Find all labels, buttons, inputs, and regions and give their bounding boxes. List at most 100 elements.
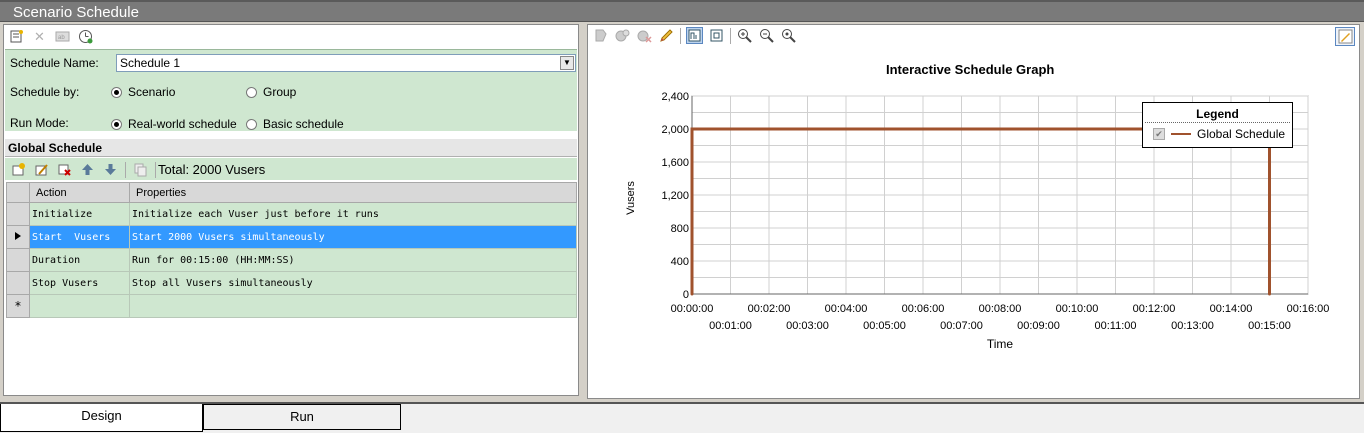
svg-text:ab: ab bbox=[58, 35, 65, 41]
row-header-corner bbox=[6, 182, 30, 203]
properties-cell[interactable] bbox=[129, 294, 577, 318]
zoom-out-icon[interactable] bbox=[758, 27, 775, 44]
view-icon[interactable] bbox=[686, 27, 703, 44]
y-tick-label: 400 bbox=[671, 256, 689, 268]
series-point[interactable] bbox=[690, 127, 694, 131]
run-mode-basic-radio[interactable]: Basic schedule bbox=[246, 117, 344, 131]
total-vusers-label: Total: 2000 Vusers bbox=[158, 162, 266, 177]
add-action-icon[interactable] bbox=[10, 161, 27, 178]
radio-selected-icon bbox=[111, 86, 122, 98]
schedule-by-scenario-radio[interactable]: Scenario bbox=[111, 85, 175, 99]
action-cell[interactable]: Duration bbox=[29, 248, 130, 272]
y-tick-label: 2,000 bbox=[661, 124, 689, 136]
schedule-name-select[interactable]: Schedule 1 ▼ bbox=[116, 54, 576, 72]
delete-action-icon[interactable] bbox=[56, 161, 73, 178]
x-tick-label: 00:04:00 bbox=[825, 303, 868, 315]
table-row-selected[interactable]: Start Vusers Start 2000 Vusers simultane… bbox=[6, 225, 577, 249]
x-tick-label: 00:03:00 bbox=[786, 320, 829, 332]
table-row[interactable]: Stop Vusers Stop all Vusers simultaneous… bbox=[6, 271, 577, 295]
radio-unselected-icon bbox=[246, 118, 257, 130]
x-axis-label: Time bbox=[987, 337, 1014, 351]
global-schedule-grid: Action Properties Initialize Initialize … bbox=[6, 182, 577, 318]
toolbar-separator bbox=[730, 27, 731, 44]
edit-graph-icon[interactable] bbox=[1335, 27, 1355, 46]
legend-line-icon bbox=[1171, 133, 1191, 135]
x-tick-label: 00:15:00 bbox=[1248, 320, 1291, 332]
action-cell[interactable] bbox=[29, 294, 130, 318]
tab-design[interactable]: Design bbox=[0, 404, 203, 432]
row-selector[interactable] bbox=[6, 248, 30, 272]
properties-cell[interactable]: Stop all Vusers simultaneously bbox=[129, 271, 577, 295]
x-tick-label: 00:14:00 bbox=[1210, 303, 1253, 315]
properties-cell[interactable]: Initialize each Vuser just before it run… bbox=[129, 202, 577, 226]
x-tick-label: 00:01:00 bbox=[709, 320, 752, 332]
chart-title: Interactive Schedule Graph bbox=[886, 62, 1055, 77]
schedule-by-group-radio[interactable]: Group bbox=[246, 85, 296, 99]
row-selector[interactable] bbox=[6, 225, 30, 249]
x-tick-label: 00:07:00 bbox=[940, 320, 983, 332]
legend-item[interactable]: ✔ Global Schedule bbox=[1153, 127, 1292, 141]
schedule-name-label: Schedule Name: bbox=[10, 56, 99, 70]
zoom-in-icon[interactable] bbox=[736, 27, 753, 44]
edit-action-icon[interactable] bbox=[33, 161, 50, 178]
run-mode-label: Run Mode: bbox=[10, 116, 69, 130]
toolbar-separator bbox=[155, 161, 156, 178]
action-cell[interactable]: Start Vusers bbox=[29, 225, 130, 249]
copy-icon[interactable] bbox=[132, 161, 149, 178]
schedule-by-scenario-label: Scenario bbox=[128, 85, 176, 99]
y-tick-label: 1,200 bbox=[661, 190, 689, 202]
action-cell[interactable]: Stop Vusers bbox=[29, 271, 130, 295]
tab-run[interactable]: Run bbox=[203, 404, 401, 430]
new-row[interactable]: * bbox=[6, 294, 577, 318]
chevron-down-icon[interactable]: ▼ bbox=[560, 56, 574, 70]
current-row-arrow-icon bbox=[15, 232, 21, 240]
table-row[interactable]: Duration Run for 00:15:00 (HH:MM:SS) bbox=[6, 248, 577, 272]
y-axis-label: Vusers bbox=[625, 181, 637, 215]
graph-tool-2-icon[interactable] bbox=[614, 27, 631, 44]
schedule-by-label: Schedule by: bbox=[10, 85, 80, 99]
schedule-clock-icon[interactable] bbox=[77, 28, 94, 45]
fit-icon[interactable] bbox=[708, 27, 725, 44]
window-titlebar: Scenario Schedule bbox=[0, 0, 1364, 22]
pencil-icon[interactable] bbox=[658, 27, 675, 44]
graph-tool-1-icon[interactable] bbox=[592, 27, 609, 44]
global-schedule-header: Global Schedule bbox=[5, 139, 577, 157]
row-selector[interactable] bbox=[6, 271, 30, 295]
run-mode-real-world-label: Real-world schedule bbox=[128, 117, 237, 131]
properties-cell[interactable]: Start 2000 Vusers simultaneously bbox=[129, 225, 577, 249]
tab-design-label: Design bbox=[81, 408, 122, 423]
schedule-by-group-label: Group bbox=[263, 85, 297, 99]
series-point[interactable] bbox=[1268, 292, 1271, 296]
x-tick-label: 00:05:00 bbox=[863, 320, 906, 332]
delete-icon[interactable]: ✕ bbox=[31, 28, 48, 45]
column-header-action[interactable]: Action bbox=[29, 182, 130, 203]
x-tick-label: 00:09:00 bbox=[1017, 320, 1060, 332]
y-tick-label: 1,600 bbox=[661, 157, 689, 169]
column-header-properties[interactable]: Properties bbox=[129, 182, 577, 203]
new-row-marker: * bbox=[6, 294, 30, 318]
legend-checkbox-icon[interactable]: ✔ bbox=[1153, 128, 1165, 140]
series-point[interactable] bbox=[690, 292, 694, 296]
x-tick-label: 00:12:00 bbox=[1133, 303, 1176, 315]
x-tick-label: 00:08:00 bbox=[979, 303, 1022, 315]
table-row[interactable]: Initialize Initialize each Vuser just be… bbox=[6, 202, 577, 226]
x-tick-label: 00:10:00 bbox=[1056, 303, 1099, 315]
move-up-icon[interactable] bbox=[79, 161, 96, 178]
radio-selected-icon bbox=[111, 118, 122, 130]
schedule-name-value: Schedule 1 bbox=[120, 56, 181, 70]
new-schedule-icon[interactable] bbox=[8, 28, 25, 45]
zoom-reset-icon[interactable] bbox=[780, 27, 797, 44]
row-selector[interactable] bbox=[6, 202, 30, 226]
tab-run-label: Run bbox=[290, 409, 314, 424]
y-tick-label: 2,400 bbox=[661, 91, 689, 103]
graph-tool-3-icon[interactable] bbox=[636, 27, 653, 44]
properties-cell[interactable]: Run for 00:15:00 (HH:MM:SS) bbox=[129, 248, 577, 272]
action-cell[interactable]: Initialize bbox=[29, 202, 130, 226]
rename-icon[interactable]: ab bbox=[54, 28, 71, 45]
window-title: Scenario Schedule bbox=[13, 4, 139, 21]
move-down-icon[interactable] bbox=[102, 161, 119, 178]
x-tick-label: 00:13:00 bbox=[1171, 320, 1214, 332]
bottom-tab-bar: Design Run bbox=[0, 402, 1364, 433]
x-tick-label: 00:11:00 bbox=[1094, 320, 1136, 332]
run-mode-real-world-radio[interactable]: Real-world schedule bbox=[111, 117, 237, 131]
